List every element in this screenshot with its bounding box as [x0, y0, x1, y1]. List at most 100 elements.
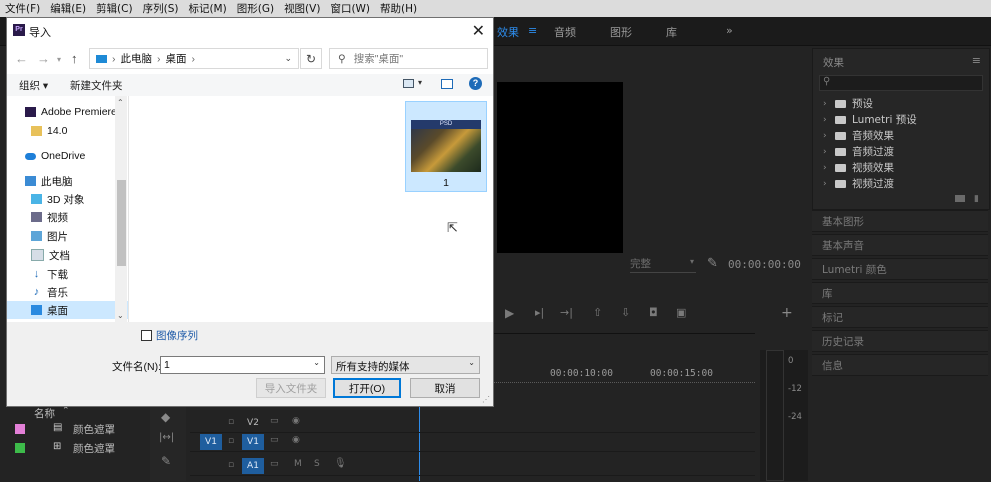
preview-pane-icon[interactable] [441, 79, 453, 89]
recent-dropdown-icon[interactable]: ▾ [57, 55, 61, 64]
tab-libraries[interactable]: 库 [666, 24, 677, 40]
pen-icon[interactable]: ✎ [161, 454, 171, 468]
track-label[interactable]: A1 [242, 458, 264, 474]
tab-menu-icon[interactable]: ≡ [528, 24, 537, 37]
effects-search-input[interactable]: ⚲ [819, 75, 983, 91]
sort-up-icon[interactable]: ⌃ [62, 406, 70, 416]
checkbox-box[interactable] [141, 330, 152, 341]
chevron-down-icon[interactable]: ⌄ [313, 358, 320, 367]
more-tabs-icon[interactable]: » [726, 24, 733, 37]
nav-item-14-0[interactable]: 14.0 [7, 122, 128, 140]
help-icon[interactable]: ? [469, 77, 482, 90]
panel-menu-icon[interactable]: ≡ [972, 54, 981, 67]
search-input[interactable]: ⚲ 搜索"桌面" [329, 48, 488, 69]
fx-item-lumetri-presets[interactable]: › Lumetri 预设 [823, 112, 917, 127]
fx-item-audio-transitions[interactable]: › 音频过渡 [823, 144, 894, 159]
nav-item-music[interactable]: ♪ 音乐 [7, 283, 128, 301]
step-back-icon[interactable]: ▶ [505, 306, 514, 320]
refresh-button[interactable]: ↻ [300, 48, 322, 69]
address-bar[interactable]: › 此电脑 › 桌面 › ⌄ [89, 48, 299, 69]
panel-essential-sound[interactable]: 基本声音 [812, 234, 988, 256]
filetype-select[interactable]: 所有支持的媒体 ⌄ [331, 356, 480, 374]
view-icon[interactable] [403, 79, 414, 88]
chevron-down-icon[interactable]: ⌄ [284, 53, 292, 64]
menu-window[interactable]: 窗口(W) [325, 1, 375, 16]
dialog-titlebar[interactable]: Pr 导入 ✕ [7, 18, 493, 44]
close-icon[interactable]: ✕ [472, 21, 485, 41]
breadcrumb-this-pc[interactable]: 此电脑 [121, 51, 153, 66]
menu-view[interactable]: 视图(V) [279, 1, 325, 16]
menu-marker[interactable]: 标记(M) [183, 1, 231, 16]
tab-graphics[interactable]: 图形 [610, 24, 632, 40]
new-bin-icon[interactable] [955, 195, 965, 202]
nav-item-onedrive[interactable]: OneDrive [7, 147, 128, 165]
forward-arrow-icon[interactable]: → [37, 51, 50, 66]
trash-icon[interactable]: ▮ [974, 194, 979, 204]
breadcrumb-desktop[interactable]: 桌面 [166, 51, 187, 66]
film-icon[interactable]: ▭ [270, 435, 279, 445]
film-icon[interactable]: ▭ [270, 459, 279, 469]
fx-item-video-transitions[interactable]: › 视频过渡 [823, 176, 894, 191]
back-arrow-icon[interactable]: ← [15, 51, 28, 66]
panel-markers[interactable]: 标记 [812, 306, 988, 328]
compare-icon[interactable]: ▣ [676, 306, 686, 319]
lock-icon[interactable]: ▫ [228, 460, 234, 470]
lift-icon[interactable]: ⇧ [593, 306, 602, 319]
filename-input[interactable]: 1 ⌄ [160, 356, 325, 374]
menu-graphics[interactable]: 图形(G) [232, 1, 279, 16]
image-sequence-checkbox[interactable]: 图像序列 [141, 328, 198, 343]
cancel-button[interactable]: 取消 [410, 378, 480, 398]
open-button[interactable]: 打开(O) [333, 378, 401, 398]
panel-essential-graphics[interactable]: 基本图形 [812, 210, 988, 232]
fx-item-presets[interactable]: › 预设 [823, 96, 873, 111]
source-patch[interactable]: V1 [200, 434, 222, 450]
panel-libraries[interactable]: 库 [812, 282, 988, 304]
microphone-icon[interactable]: 🎙 [334, 458, 347, 469]
menu-sequence[interactable]: 序列(S) [138, 1, 184, 16]
razor-icon[interactable]: ◆ [161, 410, 170, 424]
nav-item-downloads[interactable]: ↓ 下载 [7, 265, 128, 283]
go-to-out-icon[interactable]: →| [560, 306, 573, 319]
track-label[interactable]: V2 [242, 415, 264, 431]
nav-item-3d-objects[interactable]: 3D 对象 [7, 190, 128, 208]
menu-help[interactable]: 帮助(H) [375, 1, 422, 16]
new-folder-button[interactable]: 新建文件夹 [70, 78, 123, 93]
scroll-up-icon[interactable]: ⌃ [117, 98, 124, 107]
column-header-name[interactable]: 名称 [34, 406, 55, 421]
tab-effects[interactable]: 效果 [497, 24, 519, 40]
scroll-down-icon[interactable]: ⌄ [117, 311, 124, 320]
nav-item-this-pc[interactable]: 此电脑 [7, 172, 128, 190]
wrench-icon[interactable]: ✎ [707, 256, 718, 271]
panel-info[interactable]: 信息 [812, 354, 988, 376]
nav-scroll-thumb[interactable] [117, 180, 126, 266]
fx-item-video-effects[interactable]: › 视频效果 [823, 160, 894, 175]
resize-grip-icon[interactable]: ⋰ [482, 395, 490, 404]
nav-item-desktop[interactable]: 桌面 [7, 301, 128, 319]
menu-file[interactable]: 文件(F) [0, 1, 45, 16]
nav-item-documents[interactable]: 文档 [7, 246, 128, 264]
mute-button[interactable]: M [294, 459, 302, 469]
nav-item-videos[interactable]: 视频 [7, 208, 128, 226]
fit-dropdown[interactable]: 完整 ▾ [630, 256, 696, 273]
slip-icon[interactable]: |↔| [159, 432, 174, 443]
camera-icon[interactable]: ◘ [649, 306, 658, 319]
up-arrow-icon[interactable]: ↑ [71, 51, 78, 66]
chevron-down-icon[interactable]: ▾ [418, 78, 422, 87]
file-item[interactable]: PSD 1 [405, 101, 487, 192]
menu-edit[interactable]: 编辑(E) [45, 1, 91, 16]
step-forward-icon[interactable]: ▸| [535, 306, 544, 319]
menu-clip[interactable]: 剪辑(C) [91, 1, 138, 16]
nav-item-adobe-premiere[interactable]: Adobe Premiere [7, 103, 128, 121]
add-button-icon[interactable]: + [781, 305, 793, 321]
eye-icon[interactable]: ◉ [292, 435, 300, 445]
lock-icon[interactable]: ▫ [228, 436, 234, 446]
lock-icon[interactable]: ▫ [228, 417, 234, 427]
nav-item-pictures[interactable]: 图片 [7, 227, 128, 245]
panel-lumetri-color[interactable]: Lumetri 颜色 [812, 258, 988, 280]
eye-icon[interactable]: ◉ [292, 416, 300, 426]
solo-button[interactable]: S [314, 459, 320, 469]
project-item[interactable]: ⊞ 颜色遮罩 [0, 439, 150, 457]
tab-audio[interactable]: 音频 [554, 24, 576, 40]
import-folder-button[interactable]: 导入文件夹 [256, 378, 326, 398]
track-label[interactable]: V1 [242, 434, 264, 450]
